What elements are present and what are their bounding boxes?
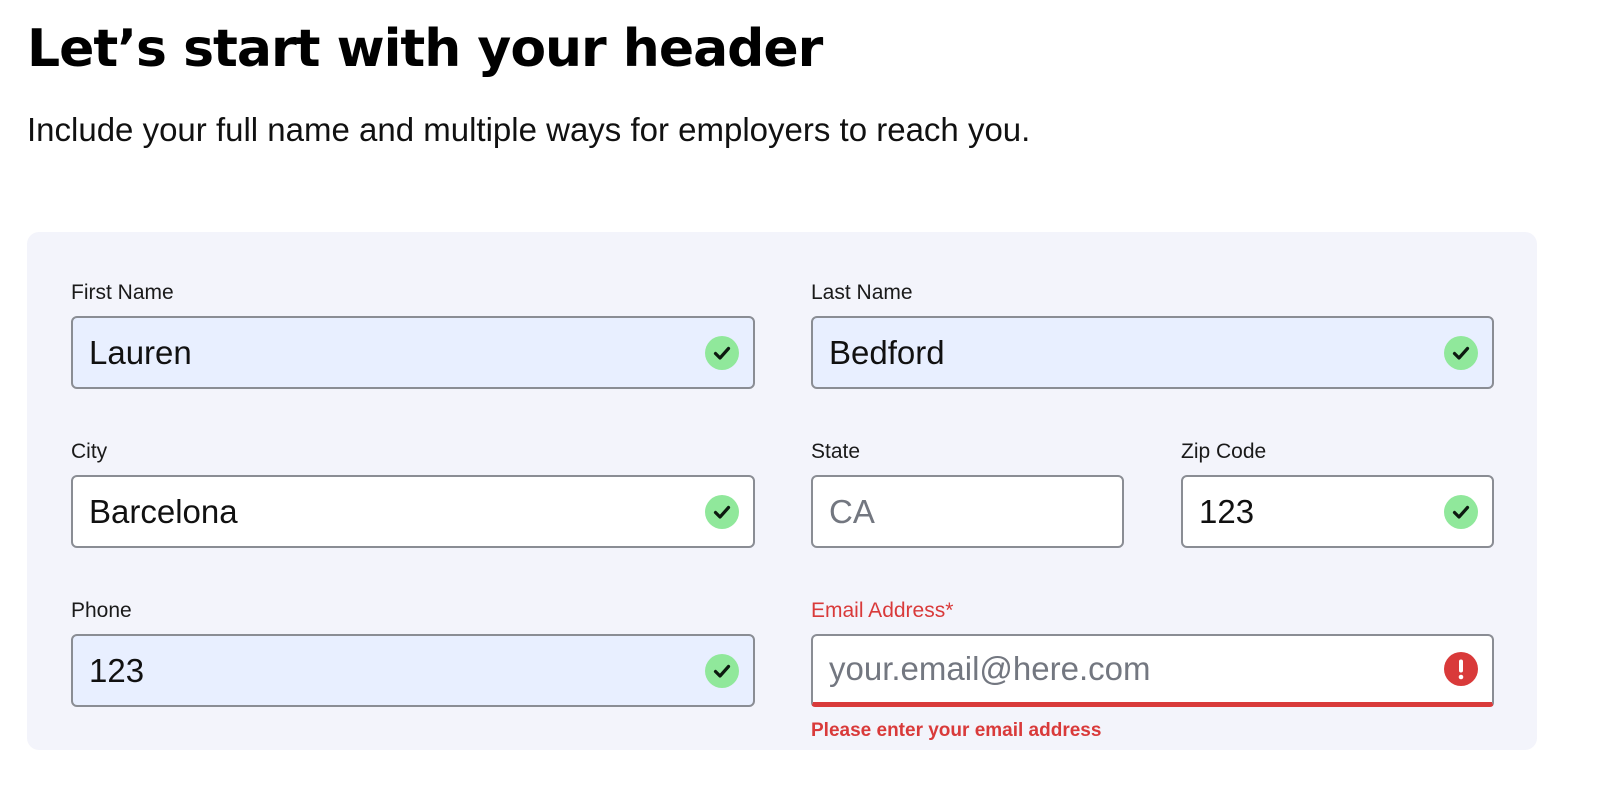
check-circle-icon [705, 335, 739, 370]
city-label: City [71, 440, 108, 463]
zip-code-field: Zip Code [1181, 439, 1494, 549]
state-field: State [811, 439, 1124, 549]
check-circle-icon [705, 494, 739, 529]
zip-code-label: Zip Code [1181, 440, 1267, 463]
header-form-card: First Name Last Name City [27, 232, 1537, 750]
check-circle-icon [705, 653, 739, 688]
city-input-box[interactable] [71, 475, 755, 548]
first-name-input-box[interactable] [71, 316, 755, 389]
page: Let’s start with your header Include you… [0, 0, 1600, 796]
email-label: Email Address* [811, 599, 954, 622]
city-field: City [71, 439, 755, 549]
phone-label: Phone [71, 599, 132, 622]
phone-input-box[interactable] [71, 634, 755, 707]
last-name-input-box[interactable] [811, 316, 1494, 389]
phone-input[interactable] [73, 636, 753, 705]
email-input[interactable] [813, 636, 1492, 702]
state-label: State [811, 440, 861, 463]
page-title: Let’s start with your header [27, 19, 823, 79]
exclamation-circle-icon [1444, 652, 1478, 686]
last-name-input[interactable] [813, 318, 1492, 387]
first-name-label: First Name [71, 281, 174, 304]
email-error-message: Please enter your email address [811, 720, 1102, 741]
page-subtitle: Include your full name and multiple ways… [27, 111, 1031, 148]
state-input-box[interactable] [811, 475, 1124, 548]
zip-code-input-box[interactable] [1181, 475, 1494, 548]
phone-field: Phone [71, 598, 755, 708]
check-circle-icon [1444, 494, 1478, 529]
state-input[interactable] [813, 477, 1122, 546]
first-name-field: First Name [71, 280, 755, 390]
last-name-field: Last Name [811, 280, 1494, 390]
check-circle-icon [1444, 335, 1478, 370]
email-field: Email Address* Please enter your email a… [811, 598, 1494, 746]
city-input[interactable] [73, 477, 753, 546]
first-name-input[interactable] [73, 318, 753, 387]
email-input-box[interactable] [811, 634, 1494, 707]
last-name-label: Last Name [811, 281, 913, 304]
